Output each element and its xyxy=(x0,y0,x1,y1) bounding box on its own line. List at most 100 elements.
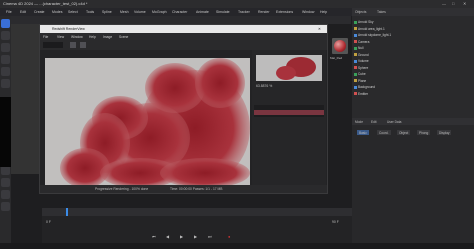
select-tool-icon[interactable] xyxy=(1,55,10,64)
go-to-end-icon[interactable]: ⏭ xyxy=(208,234,212,239)
menu-item-mograph[interactable]: MoGraph xyxy=(152,10,167,14)
tab-takes[interactable]: Takes xyxy=(377,10,386,14)
object-row[interactable]: Camera xyxy=(354,40,472,45)
object-type-icon xyxy=(354,92,357,96)
frame-end-field[interactable]: 90 F xyxy=(332,220,339,224)
menu-item-modes[interactable]: Modes xyxy=(52,10,63,14)
object-label: Arnold Sky xyxy=(358,20,374,24)
attr-group-button[interactable]: Basic xyxy=(357,130,369,135)
rv-menu-scene[interactable]: Scene xyxy=(119,35,128,39)
menu-item-character[interactable]: Character xyxy=(172,10,187,14)
minimize-button[interactable]: — xyxy=(442,1,446,6)
material-name: Mat_Red xyxy=(330,56,343,60)
menu-item-extensions[interactable]: Extensions xyxy=(276,10,293,14)
axis-icon[interactable] xyxy=(1,202,10,211)
object-row[interactable]: Cube xyxy=(354,72,472,77)
scale-tool-icon[interactable] xyxy=(1,31,10,40)
object-row[interactable]: Ground xyxy=(354,53,472,58)
prev-frame-icon[interactable]: ◀ xyxy=(166,234,169,239)
menu-item-animate[interactable]: Animate xyxy=(196,10,209,14)
render-viewer-window: Redshift RenderView ✕ File View Window Help… xyxy=(39,24,328,194)
stop-button[interactable] xyxy=(80,42,86,48)
render-side-panel: 63.8876 % xyxy=(252,50,326,185)
object-row[interactable]: Sphere xyxy=(354,66,472,71)
attribute-manager: Mode Edit User Data Basic Coord. Object Phong… xyxy=(352,118,474,249)
smoke-render-svg xyxy=(60,58,250,185)
object-row[interactable]: Emitter xyxy=(354,92,472,97)
move-tool-icon[interactable] xyxy=(1,19,10,28)
object-label: Volume xyxy=(358,59,369,63)
edge-mode-icon[interactable] xyxy=(1,79,10,88)
object-row[interactable]: Arnold area_light.1 xyxy=(354,27,472,32)
attr-tab[interactable]: Mode xyxy=(355,120,363,124)
frame-start-field[interactable]: 0 F xyxy=(46,220,51,224)
render-viewer-close-icon[interactable]: ✕ xyxy=(318,27,321,31)
attr-group-button[interactable]: Display xyxy=(437,130,452,135)
rv-menu-window[interactable]: Window xyxy=(71,35,83,39)
menu-item-help[interactable]: Help xyxy=(320,10,327,14)
object-row[interactable]: Plane xyxy=(354,79,472,84)
close-button[interactable]: ✕ xyxy=(463,1,466,6)
menu-item-mesh[interactable]: Mesh xyxy=(120,10,129,14)
tab-objects[interactable]: Objects xyxy=(355,10,367,14)
snap-icon[interactable] xyxy=(1,178,10,187)
object-row[interactable]: Arnold Sky xyxy=(354,20,472,25)
object-label: Cube xyxy=(358,72,366,76)
playhead[interactable] xyxy=(66,208,68,216)
point-mode-icon[interactable] xyxy=(1,166,10,175)
menu-item-window[interactable]: Window xyxy=(302,10,314,14)
menu-item-spline[interactable]: Spline xyxy=(102,10,112,14)
polygon-mode-icon[interactable] xyxy=(1,67,10,76)
menu-item-edit[interactable]: Edit xyxy=(20,10,26,14)
workplane-icon[interactable] xyxy=(1,190,10,199)
attr-group-button[interactable]: Coord. xyxy=(377,130,391,135)
object-label: Arnold area_light.1 xyxy=(358,26,385,31)
rv-menu-view[interactable]: View xyxy=(57,35,64,39)
object-type-icon xyxy=(354,59,357,63)
attr-group-button[interactable]: Object xyxy=(397,130,411,135)
rv-menu-image[interactable]: Image xyxy=(103,35,112,39)
object-row[interactable]: Background xyxy=(354,85,472,90)
object-type-icon xyxy=(354,79,357,83)
rv-menu-file[interactable]: File xyxy=(43,35,48,39)
render-viewer-title: Redshift RenderView xyxy=(52,27,85,31)
main-toolbar xyxy=(11,16,351,24)
record-icon[interactable]: ● xyxy=(228,234,230,239)
menu-item-volume[interactable]: Volume xyxy=(134,10,146,14)
snapshot-selected-row[interactable] xyxy=(254,110,324,115)
next-frame-icon[interactable]: ▶ xyxy=(194,234,197,239)
maximize-button[interactable]: □ xyxy=(452,1,454,6)
object-label: Sphere xyxy=(358,65,369,70)
rv-menu-help[interactable]: Help xyxy=(89,35,96,39)
object-row[interactable]: Null xyxy=(354,46,472,51)
material-preview[interactable] xyxy=(332,38,348,54)
attr-tab[interactable]: User Data xyxy=(387,120,401,124)
object-label: Ground xyxy=(358,52,369,57)
render-image xyxy=(45,58,250,185)
object-row[interactable]: Arnold skydome_light.1 xyxy=(354,33,472,38)
thumbnail-svg xyxy=(276,57,316,80)
attr-tab[interactable]: Edit xyxy=(371,120,377,124)
render-button[interactable] xyxy=(70,42,76,48)
menu-item-tracker[interactable]: Tracker xyxy=(238,10,250,14)
viewport-black-area xyxy=(0,97,11,167)
play-icon[interactable]: ▶ xyxy=(180,234,183,239)
menu-item-tools[interactable]: Tools xyxy=(86,10,94,14)
object-label: Null xyxy=(358,46,364,50)
render-time-text: Time: 00:00:00 Passes: 1/1 - 17 MB xyxy=(170,187,223,191)
zoom-field[interactable] xyxy=(43,42,63,48)
attr-group-button[interactable]: Phong xyxy=(417,130,431,135)
snapshot-thumbnail[interactable] xyxy=(256,55,322,81)
object-label: Plane xyxy=(358,78,367,83)
menu-item-create[interactable]: Create xyxy=(34,10,45,14)
menu-item-render[interactable]: Render xyxy=(258,10,269,14)
timeline-ruler[interactable] xyxy=(42,208,360,216)
object-label: Camera xyxy=(358,39,370,44)
object-type-icon xyxy=(354,66,357,70)
rotate-tool-icon[interactable] xyxy=(1,43,10,52)
go-to-start-icon[interactable]: ⏮ xyxy=(152,234,156,239)
object-row[interactable]: Volume xyxy=(354,59,472,64)
menu-item-select[interactable]: Select xyxy=(68,10,78,14)
menu-item-file[interactable]: File xyxy=(6,10,12,14)
menu-item-simulate[interactable]: Simulate xyxy=(216,10,230,14)
